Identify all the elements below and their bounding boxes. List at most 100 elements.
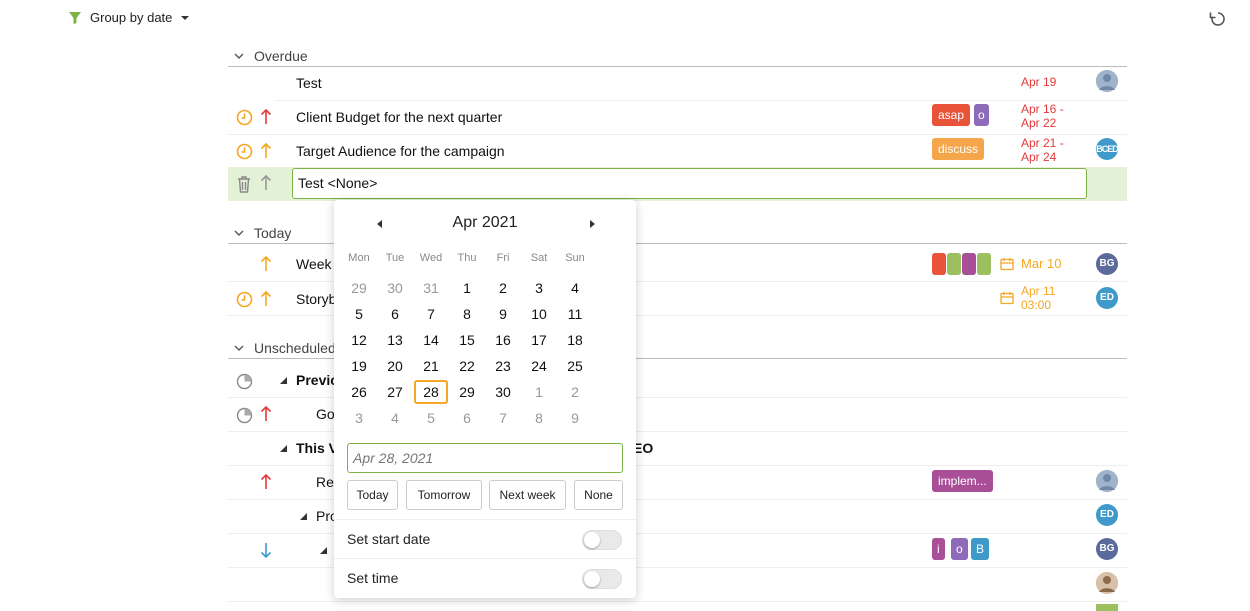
calendar-day[interactable]: 26 [342, 380, 376, 404]
calendar-day[interactable]: 18 [558, 328, 592, 352]
caret-expanded-icon[interactable] [280, 445, 288, 453]
group-by-label: Group by date [90, 10, 173, 25]
today-button[interactable]: Today [347, 480, 398, 510]
none-button[interactable]: None [574, 480, 623, 510]
task-title-input[interactable]: Test <None> [292, 168, 1087, 199]
calendar-day[interactable]: 1 [450, 276, 484, 300]
calendar-day[interactable]: 8 [522, 406, 556, 430]
calendar-day[interactable]: 6 [378, 302, 412, 326]
calendar-day[interactable]: 19 [342, 354, 376, 378]
calendar-day[interactable]: 30 [486, 380, 520, 404]
calendar-day[interactable]: 6 [450, 406, 484, 430]
calendar-day[interactable]: 21 [414, 354, 448, 378]
calendar-day[interactable]: 4 [378, 406, 412, 430]
calendar-day[interactable]: 29 [342, 276, 376, 300]
calendar-day[interactable]: 2 [558, 380, 592, 404]
calendar-day[interactable]: 22 [450, 354, 484, 378]
avatar[interactable]: BG [1096, 538, 1118, 560]
group-by-dropdown[interactable]: Group by date [68, 10, 190, 25]
tag-badge[interactable] [932, 253, 946, 275]
caret-expanded-icon[interactable] [320, 547, 328, 555]
calendar-day[interactable]: 7 [414, 302, 448, 326]
calendar-day[interactable]: 23 [486, 354, 520, 378]
calendar-day[interactable]: 13 [378, 328, 412, 352]
calendar-day[interactable]: 11 [558, 302, 592, 326]
calendar-day[interactable]: 8 [450, 302, 484, 326]
task-title: Client Budget for the next quarter [296, 109, 503, 125]
section-overdue-header[interactable]: Overdue [228, 45, 1127, 67]
tag-badge[interactable]: o [951, 538, 968, 560]
calendar-day[interactable]: 9 [558, 406, 592, 430]
calendar-day[interactable]: 28 [414, 380, 448, 404]
calendar-day[interactable]: 3 [522, 276, 556, 300]
calendar-day[interactable]: 9 [486, 302, 520, 326]
tag-badge[interactable] [947, 253, 961, 275]
calendar-day[interactable]: 29 [450, 380, 484, 404]
tag-badge[interactable]: B [971, 538, 990, 560]
tag-badge[interactable] [977, 253, 991, 275]
calendar-day[interactable]: 17 [522, 328, 556, 352]
tag-badge[interactable]: o [974, 104, 989, 126]
calendar-day[interactable]: 5 [414, 406, 448, 430]
task-row-editing[interactable]: Test <None> [228, 167, 1127, 201]
tag-badge[interactable]: asap [932, 104, 971, 126]
tag-badge[interactable] [962, 253, 976, 275]
tag-badge[interactable]: implem... [932, 470, 993, 492]
calendar-day[interactable]: 14 [414, 328, 448, 352]
refresh-icon[interactable] [1208, 9, 1228, 29]
priority-icon[interactable] [260, 174, 272, 191]
trash-icon[interactable] [236, 175, 252, 193]
calendar-day[interactable]: 15 [450, 328, 484, 352]
task-row[interactable]: Test Apr 19 [275, 67, 1127, 101]
calendar-day[interactable]: 2 [486, 276, 520, 300]
calendar-day[interactable]: 10 [522, 302, 556, 326]
calendar-day[interactable]: 31 [414, 276, 448, 300]
timer-icon[interactable] [236, 291, 253, 308]
calendar-day[interactable]: 16 [486, 328, 520, 352]
calendar-day[interactable]: 12 [342, 328, 376, 352]
priority-high-icon[interactable] [260, 473, 272, 490]
avatar[interactable]: ED [1096, 504, 1118, 526]
avatar[interactable]: ED [1096, 287, 1118, 309]
weekday-label: Wed [419, 252, 443, 264]
tag-badge[interactable]: i [932, 538, 945, 560]
timer-icon[interactable] [236, 143, 253, 160]
calendar-day[interactable]: 24 [522, 354, 556, 378]
tomorrow-button[interactable]: Tomorrow [406, 480, 482, 510]
calendar-day[interactable]: 27 [378, 380, 412, 404]
next-week-button[interactable]: Next week [489, 480, 566, 510]
avatar[interactable]: BCED [1096, 138, 1119, 160]
priority-low-icon[interactable] [260, 542, 272, 559]
chevron-right-icon[interactable] [586, 218, 598, 230]
caret-expanded-icon[interactable] [300, 513, 308, 521]
timer-icon[interactable] [236, 109, 253, 126]
calendar-day[interactable]: 20 [378, 354, 412, 378]
section-title: Unscheduled [254, 339, 336, 356]
avatar[interactable] [1096, 572, 1118, 594]
priority-medium-icon[interactable] [260, 290, 272, 307]
calendar-day[interactable]: 1 [522, 380, 556, 404]
calendar-day[interactable]: 25 [558, 354, 592, 378]
priority-medium-icon[interactable] [260, 142, 272, 159]
calendar-day[interactable]: 4 [558, 276, 592, 300]
task-row[interactable]: Client Budget for the next quarter asap … [228, 101, 1127, 135]
calendar-day[interactable]: 7 [486, 406, 520, 430]
calendar-day[interactable]: 3 [342, 406, 376, 430]
avatar[interactable] [1096, 470, 1118, 492]
priority-high-icon[interactable] [260, 405, 272, 422]
tag-badge[interactable] [1096, 604, 1118, 611]
tag-badge[interactable]: discuss [932, 138, 985, 160]
set-start-date-toggle[interactable] [582, 530, 622, 550]
date-input[interactable]: Apr 28, 2021 [347, 443, 623, 473]
set-time-toggle[interactable] [582, 569, 622, 589]
priority-high-icon[interactable] [260, 108, 272, 125]
task-row[interactable]: Target Audience for the campaign discuss… [228, 135, 1127, 169]
caret-expanded-icon[interactable] [280, 377, 288, 385]
priority-medium-icon[interactable] [260, 255, 272, 272]
avatar[interactable]: BG [1096, 253, 1118, 275]
task-title: Target Audience for the campaign [296, 143, 505, 159]
calendar-day[interactable]: 5 [342, 302, 376, 326]
avatar[interactable] [1096, 70, 1118, 92]
calendar-day[interactable]: 30 [378, 276, 412, 300]
date-picker-popup[interactable]: Apr 2021 Mon Tue Wed Thu Fri Sat Sun 29 30 31 1 2 3… [334, 200, 636, 598]
